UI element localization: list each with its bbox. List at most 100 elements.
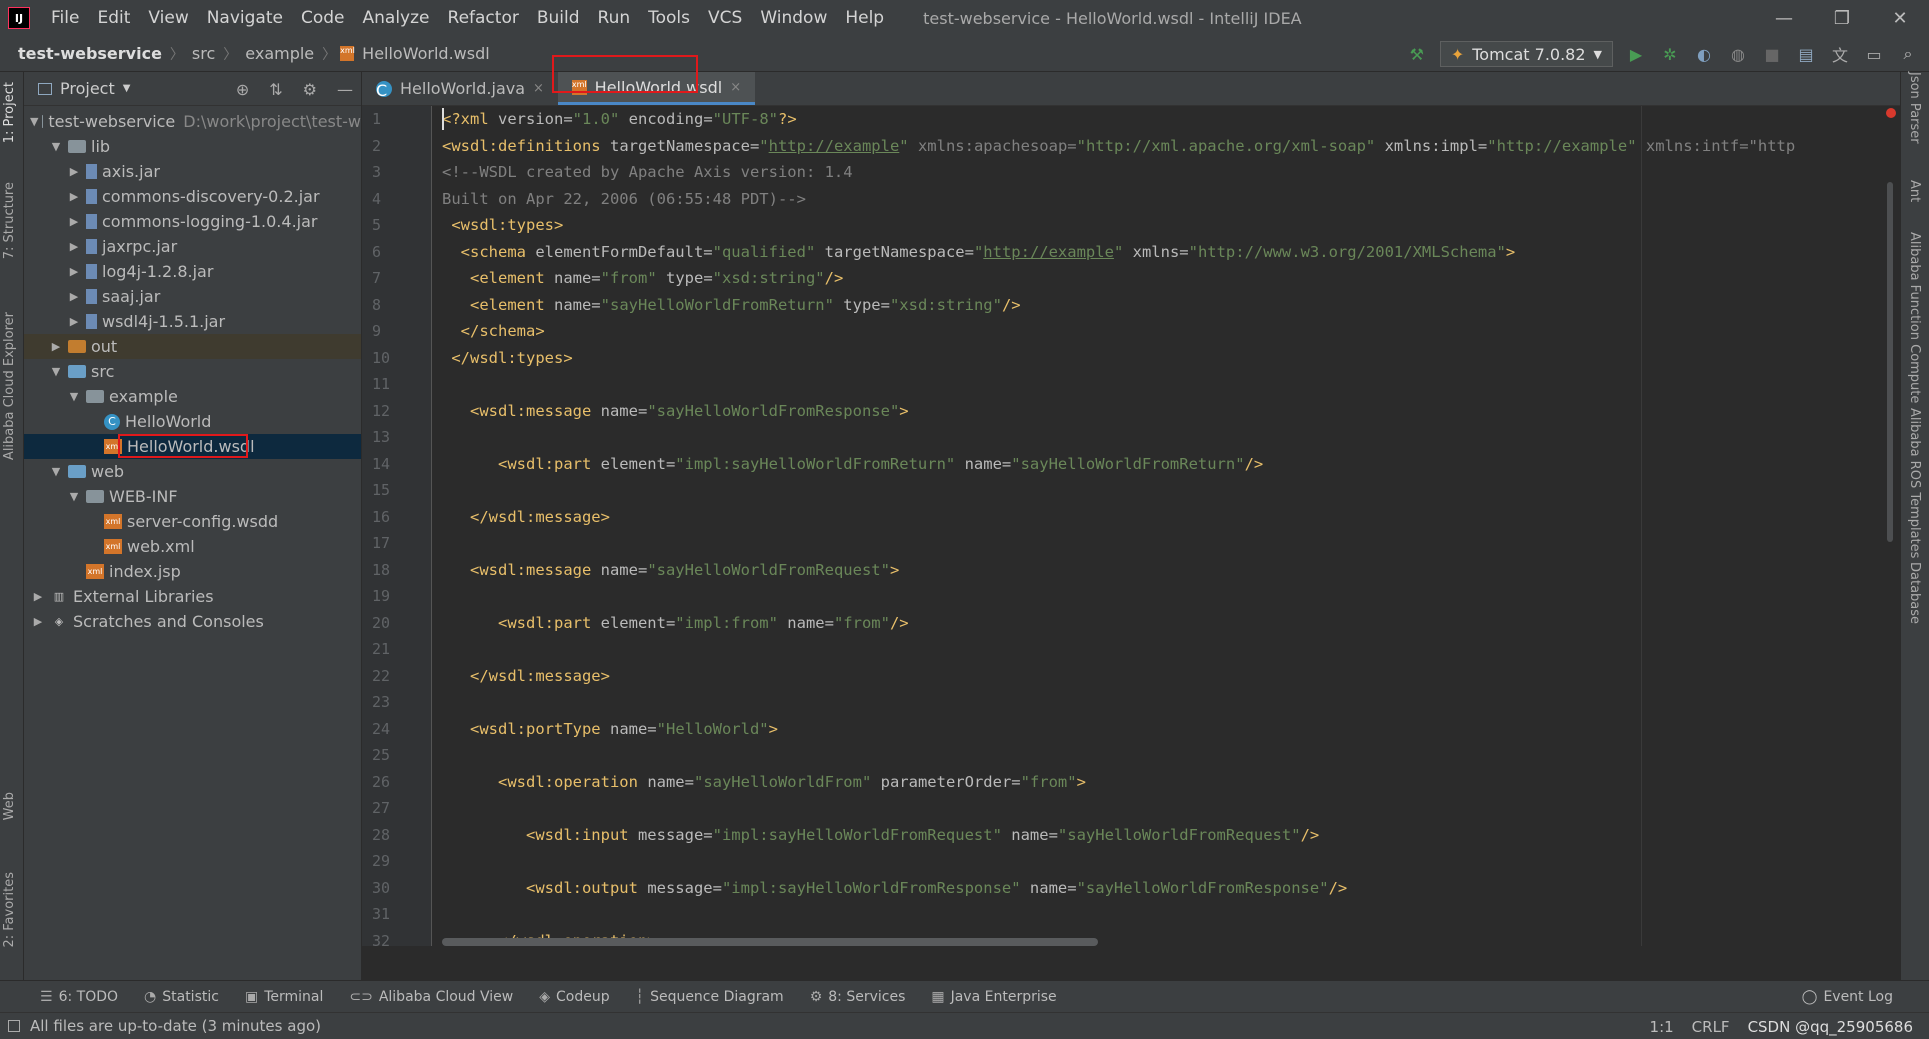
toolwindow-sequence-diagram[interactable]: ┆ Sequence Diagram — [636, 989, 784, 1005]
tree-node[interactable]: xml index.jsp — [24, 559, 361, 584]
breadcrumb-item[interactable]: example — [241, 44, 318, 63]
breadcrumb-item[interactable]: src — [188, 44, 219, 63]
tree-node[interactable]: ▼ example — [24, 384, 361, 409]
tree-node[interactable]: ▶ wsdl4j-1.5.1.jar — [24, 309, 361, 334]
tab-favorites[interactable]: 2: Favorites — [2, 872, 17, 948]
chevron-right-icon[interactable]: ▶ — [30, 590, 46, 603]
tree-node[interactable]: ▶ saaj.jar — [24, 284, 361, 309]
tree-node[interactable]: ▼ test-webservice D:\work\project\test-w — [24, 109, 361, 134]
tab-helloworld-java[interactable]: C HelloWorld.java × — [362, 72, 558, 105]
tab-alibaba-ros-templates[interactable]: Alibaba ROS Templates — [1907, 408, 1922, 558]
tree-node[interactable]: ▼ src — [24, 359, 361, 384]
profile-icon[interactable]: ◍ — [1727, 43, 1749, 65]
tree-node[interactable]: ▼ lib — [24, 134, 361, 159]
event-log-button[interactable]: ◯ Event Log — [1802, 981, 1893, 1013]
chevron-down-icon[interactable]: ▼ — [30, 115, 38, 128]
breadcrumb-item[interactable]: HelloWorld.wsdl — [358, 44, 494, 63]
tab-ant[interactable]: Ant — [1907, 180, 1922, 202]
tab-structure[interactable]: 7: Structure — [2, 182, 17, 259]
presentation-icon[interactable]: ▭ — [1863, 43, 1885, 65]
code-view[interactable]: <?xml version="1.0" encoding="UTF-8"?> <w… — [442, 106, 1892, 946]
chevron-right-icon[interactable]: ▶ — [66, 290, 82, 303]
translate-icon[interactable]: 文 — [1829, 43, 1851, 65]
hide-icon[interactable]: — — [337, 80, 353, 99]
tab-web[interactable]: Web — [2, 792, 17, 820]
menu-item-run[interactable]: Run — [589, 0, 640, 36]
chevron-right-icon[interactable]: ▶ — [66, 190, 82, 203]
error-indicator-icon[interactable] — [1886, 108, 1896, 118]
locate-icon[interactable]: ⊕ — [236, 80, 249, 99]
chevron-down-icon[interactable]: ▼ — [66, 390, 82, 403]
tree-node[interactable]: ▶ commons-discovery-0.2.jar — [24, 184, 361, 209]
menu-item-help[interactable]: Help — [836, 0, 893, 36]
menu-item-file[interactable]: File — [42, 0, 88, 36]
minimize-button[interactable]: — — [1755, 0, 1813, 36]
toolwindow-statistic[interactable]: ◔ Statistic — [144, 989, 219, 1005]
vertical-scrollbar[interactable] — [1887, 182, 1893, 542]
restore-button[interactable]: ❐ — [1813, 0, 1871, 36]
chevron-right-icon[interactable]: ▶ — [66, 240, 82, 253]
chevron-down-icon[interactable]: ▼ — [48, 365, 64, 378]
menu-item-navigate[interactable]: Navigate — [198, 0, 292, 36]
project-structure-icon[interactable]: ▤ — [1795, 43, 1817, 65]
close-button[interactable]: ✕ — [1871, 0, 1929, 36]
tree-node[interactable]: xml server-config.wsdd — [24, 509, 361, 534]
menu-item-code[interactable]: Code — [292, 0, 354, 36]
tab-alibaba-cloud-explorer[interactable]: Alibaba Cloud Explorer — [2, 312, 17, 460]
chevron-right-icon[interactable]: ▶ — [48, 340, 64, 353]
tree-node[interactable]: ▶ ▥ External Libraries — [24, 584, 361, 609]
tab-json-parser[interactable]: Json Parser — [1907, 72, 1922, 144]
tree-node[interactable]: ▶ ◈ Scratches and Consoles — [24, 609, 361, 634]
tab-helloworld-wsdl[interactable]: xml HelloWorld.wsdl × — [551, 55, 756, 105]
tree-node[interactable]: C HelloWorld — [24, 409, 361, 434]
chevron-down-icon[interactable]: ▼ — [66, 490, 82, 503]
tab-database[interactable]: Database — [1907, 562, 1922, 624]
toolwindow-terminal[interactable]: ▣ Terminal — [245, 989, 323, 1005]
tree-node[interactable]: ▶ commons-logging-1.0.4.jar — [24, 209, 361, 234]
caret-position[interactable]: 1:1 — [1650, 1018, 1674, 1036]
toolwindow-java-enterprise[interactable]: ▦ Java Enterprise — [931, 989, 1056, 1005]
tab-alibaba-function-compute[interactable]: Alibaba Function Compute — [1907, 232, 1922, 403]
chevron-down-icon[interactable]: ▼ — [48, 140, 64, 153]
menu-item-analyze[interactable]: Analyze — [354, 0, 439, 36]
toolwindow-8-services[interactable]: ⚙ 8: Services — [810, 989, 906, 1005]
tree-node[interactable]: xml HelloWorld.wsdl — [24, 434, 361, 459]
menu-item-tools[interactable]: Tools — [639, 0, 699, 36]
close-icon[interactable]: × — [730, 80, 741, 95]
menu-item-refactor[interactable]: Refactor — [439, 0, 528, 36]
search-icon[interactable]: ⌕ — [1897, 43, 1919, 65]
coverage-icon[interactable]: ◐ — [1693, 43, 1715, 65]
chevron-right-icon[interactable]: ▶ — [30, 615, 46, 628]
project-view-select[interactable]: Project — [60, 79, 115, 98]
chevron-right-icon[interactable]: ▶ — [66, 165, 82, 178]
chevron-down-icon[interactable]: ▼ — [48, 465, 64, 478]
toolwindow-codeup[interactable]: ◈ Codeup — [539, 989, 609, 1005]
menu-item-build[interactable]: Build — [528, 0, 589, 36]
tree-node[interactable]: ▶ axis.jar — [24, 159, 361, 184]
tab-project[interactable]: 1: Project — [2, 82, 17, 143]
chevron-right-icon[interactable]: ▶ — [66, 215, 82, 228]
toolwindow-6-todo[interactable]: ☰ 6: TODO — [40, 989, 118, 1005]
menu-item-view[interactable]: View — [139, 0, 197, 36]
tree-node[interactable]: ▶ jaxrpc.jar — [24, 234, 361, 259]
menu-item-vcs[interactable]: VCS — [699, 0, 751, 36]
chevron-right-icon[interactable]: ▶ — [66, 315, 82, 328]
chevron-right-icon[interactable]: ▶ — [66, 265, 82, 278]
gear-icon[interactable]: ⚙ — [303, 80, 317, 99]
build-hammer-icon[interactable]: ⚒ — [1406, 43, 1428, 65]
debug-icon[interactable]: ✲ — [1659, 43, 1681, 65]
menu-item-window[interactable]: Window — [751, 0, 836, 36]
tree-node[interactable]: ▶ out — [24, 334, 361, 359]
menu-item-edit[interactable]: Edit — [88, 0, 139, 36]
tree-node[interactable]: ▼ WEB-INF — [24, 484, 361, 509]
run-configuration-select[interactable]: ✦ Tomcat 7.0.82 ▼ — [1439, 41, 1613, 67]
status-toggle-icon[interactable] — [8, 1020, 20, 1032]
close-icon[interactable]: × — [533, 81, 544, 96]
line-separator[interactable]: CRLF — [1692, 1018, 1730, 1036]
stop-icon[interactable]: ■ — [1761, 43, 1783, 65]
collapse-all-icon[interactable]: ⇅ — [269, 80, 282, 99]
tree-node[interactable]: ▼ web — [24, 459, 361, 484]
toolwindow-alibaba-cloud-view[interactable]: ⊂⊃ Alibaba Cloud View — [349, 989, 513, 1005]
breadcrumb-item[interactable]: test-webservice — [14, 44, 166, 63]
run-icon[interactable]: ▶ — [1625, 43, 1647, 65]
